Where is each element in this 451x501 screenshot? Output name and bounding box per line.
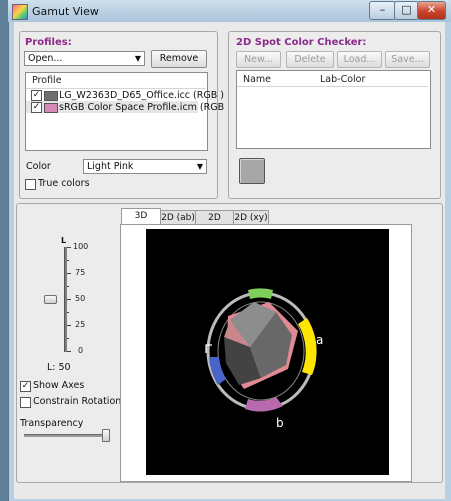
lightness-tick-label: 100 (73, 242, 89, 251)
profile-column-header[interactable]: Profile (32, 75, 62, 86)
profile-1-color-swatch (44, 91, 58, 101)
tick-mark (67, 325, 71, 326)
spot-color-swatch[interactable] (239, 158, 265, 184)
true-colors-label: True colors (38, 178, 90, 189)
color-label: Color (26, 161, 51, 172)
transparency-label: Transparency (20, 418, 84, 429)
lightness-slider-thumb[interactable] (44, 295, 57, 304)
transparency-slider-track[interactable] (24, 434, 108, 437)
lightness-tick-label: 75 (75, 268, 86, 277)
color-dropdown-value: Light Pink (87, 161, 134, 172)
delete-spot-button[interactable]: Delete (286, 51, 334, 68)
tab-3d-lab[interactable]: 3D (Lab) (121, 208, 161, 235)
tick-mark (67, 312, 69, 313)
axis-label-b: b (276, 416, 284, 430)
tab-2d-xy[interactable]: 2D (xy) (233, 210, 269, 225)
axis-label-a: a (316, 333, 323, 347)
color-dropdown[interactable]: Light Pink ▼ (83, 159, 207, 174)
spot-checker-heading: 2D Spot Color Checker: (236, 37, 367, 48)
yellow-arc (298, 318, 317, 375)
show-axes-label: Show Axes (33, 380, 85, 391)
transparency-slider-thumb[interactable] (102, 429, 110, 442)
true-colors-checkbox[interactable] (25, 179, 36, 190)
lightness-value-readout: L: 50 (47, 362, 71, 373)
lightness-tick-label: 25 (75, 320, 86, 329)
window-title: Gamut View (32, 5, 99, 18)
lab-color-column-header[interactable]: Lab-Color (320, 74, 365, 85)
profiles-heading: Profiles: (25, 37, 72, 48)
tick-mark (67, 338, 69, 339)
open-profile-value: Open... (28, 53, 63, 64)
green-arc (248, 288, 273, 299)
lightness-axis-title: L (61, 236, 67, 245)
show-axes-checkbox[interactable]: ✓ (20, 381, 31, 392)
list-header-divider (26, 88, 205, 89)
profile-2-checkbox[interactable]: ✓ (31, 102, 42, 113)
maximize-button[interactable]: □ (394, 1, 419, 20)
tick-mark (67, 260, 69, 261)
profile-2-color-swatch (44, 103, 58, 113)
load-spot-button[interactable]: Load... (337, 51, 382, 68)
constrain-rotation-label: Constrain Rotation (33, 396, 122, 407)
chevron-down-icon: ▼ (196, 162, 203, 171)
profile-2-label[interactable]: sRGB Color Space Profile.icm (RGB ) (59, 102, 231, 113)
open-profile-dropdown[interactable]: Open... ▼ (24, 51, 145, 66)
tick-mark (67, 273, 71, 274)
app-icon (12, 4, 28, 20)
save-spot-button[interactable]: Save... (385, 51, 430, 68)
close-button[interactable]: ✕ (417, 1, 446, 20)
tick-mark (67, 247, 71, 248)
minimize-button[interactable]: – (369, 1, 396, 20)
new-spot-button[interactable]: New... (236, 51, 281, 68)
remove-button[interactable]: Remove (151, 50, 207, 68)
list-header-divider (237, 86, 428, 87)
name-column-header[interactable]: Name (243, 74, 271, 85)
tick-mark (67, 286, 69, 287)
gamut-3d-render: a b (205, 288, 323, 430)
tab-2d-ab[interactable]: 2D (ab) (160, 210, 196, 225)
constrain-rotation-checkbox[interactable] (20, 397, 31, 408)
tick-mark (67, 299, 71, 300)
gamut-3d-viewport[interactable]: a b (146, 229, 389, 475)
tab-2d-uv[interactable]: 2D (u'v') (195, 210, 234, 237)
profile-1-label[interactable]: LG_W2363D_D65_Office.icc (RGB ) (59, 90, 224, 101)
lightness-tick-label: 0 (78, 346, 84, 355)
chevron-down-icon: ▼ (134, 54, 141, 63)
profile-1-checkbox[interactable]: ✓ (31, 90, 42, 101)
lightness-tick-label: 50 (75, 294, 86, 303)
tick-mark (67, 351, 71, 352)
